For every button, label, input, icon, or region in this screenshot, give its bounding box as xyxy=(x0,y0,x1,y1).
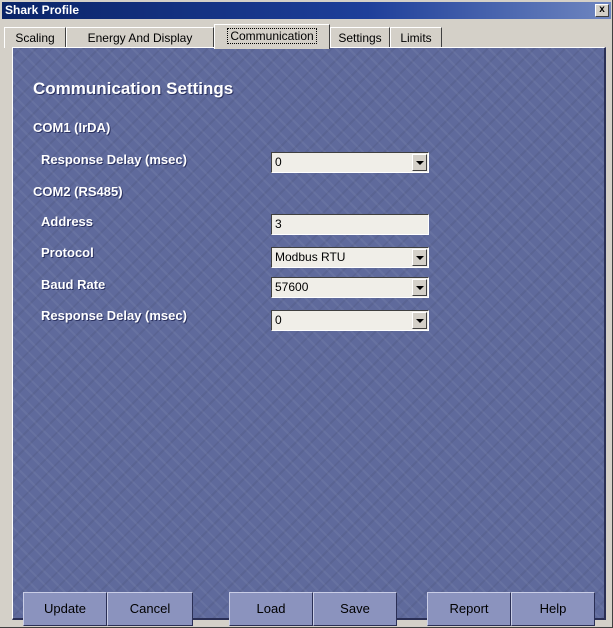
page-title: Communication Settings xyxy=(33,79,234,98)
report-button[interactable]: Report xyxy=(427,592,511,626)
tab-strip: Scaling Energy And Display Communication… xyxy=(4,24,609,49)
help-button[interactable]: Help xyxy=(511,592,595,626)
tab-communication-label: Communication xyxy=(227,28,317,44)
com1-response-delay-select[interactable]: 0 xyxy=(271,152,429,173)
com1-section-label: COM1 (IrDA) xyxy=(33,120,111,135)
tab-communication[interactable]: Communication xyxy=(214,24,330,49)
tab-settings-label: Settings xyxy=(338,31,382,45)
chevron-down-icon[interactable] xyxy=(412,312,427,329)
com1-response-delay-label: Response Delay (msec) xyxy=(41,152,187,167)
address-field[interactable]: 3 xyxy=(271,214,429,235)
close-icon[interactable]: x xyxy=(595,4,609,17)
window-title: Shark Profile xyxy=(5,3,80,17)
baud-rate-label: Baud Rate xyxy=(41,277,106,292)
tab-scaling[interactable]: Scaling xyxy=(4,27,66,48)
chevron-down-icon[interactable] xyxy=(412,154,427,171)
com1-response-delay-value: 0 xyxy=(275,155,282,169)
protocol-select[interactable]: Modbus RTU xyxy=(271,247,429,268)
tab-energy-and-display-label: Energy And Display xyxy=(87,31,193,45)
shark-profile-window: Shark Profile x Scaling Energy And Displ… xyxy=(0,0,613,628)
tab-scaling-label: Scaling xyxy=(15,31,55,45)
tab-limits-label: Limits xyxy=(400,31,432,45)
chevron-down-icon[interactable] xyxy=(412,249,427,266)
com2-response-delay-label: Response Delay (msec) xyxy=(41,308,187,323)
address-value: 3 xyxy=(275,217,282,231)
title-bar[interactable]: Shark Profile x xyxy=(2,2,611,19)
protocol-label: Protocol xyxy=(41,245,94,260)
address-label: Address xyxy=(41,214,94,229)
communication-panel: Communication Settings COM1 (IrDA) Respo… xyxy=(12,47,606,620)
chevron-down-icon[interactable] xyxy=(412,279,427,296)
baud-rate-value: 57600 xyxy=(275,280,309,294)
cancel-button[interactable]: Cancel xyxy=(107,592,193,626)
com2-response-delay-value: 0 xyxy=(275,313,282,327)
tab-limits[interactable]: Limits xyxy=(390,27,442,48)
update-button[interactable]: Update xyxy=(23,592,107,626)
tab-energy-and-display[interactable]: Energy And Display xyxy=(66,27,214,48)
protocol-value: Modbus RTU xyxy=(275,250,346,264)
tab-settings[interactable]: Settings xyxy=(330,27,390,48)
save-button[interactable]: Save xyxy=(313,592,397,626)
baud-rate-select[interactable]: 57600 xyxy=(271,277,429,298)
load-button[interactable]: Load xyxy=(229,592,313,626)
com2-section-label: COM2 (RS485) xyxy=(33,184,123,199)
com2-response-delay-select[interactable]: 0 xyxy=(271,310,429,331)
